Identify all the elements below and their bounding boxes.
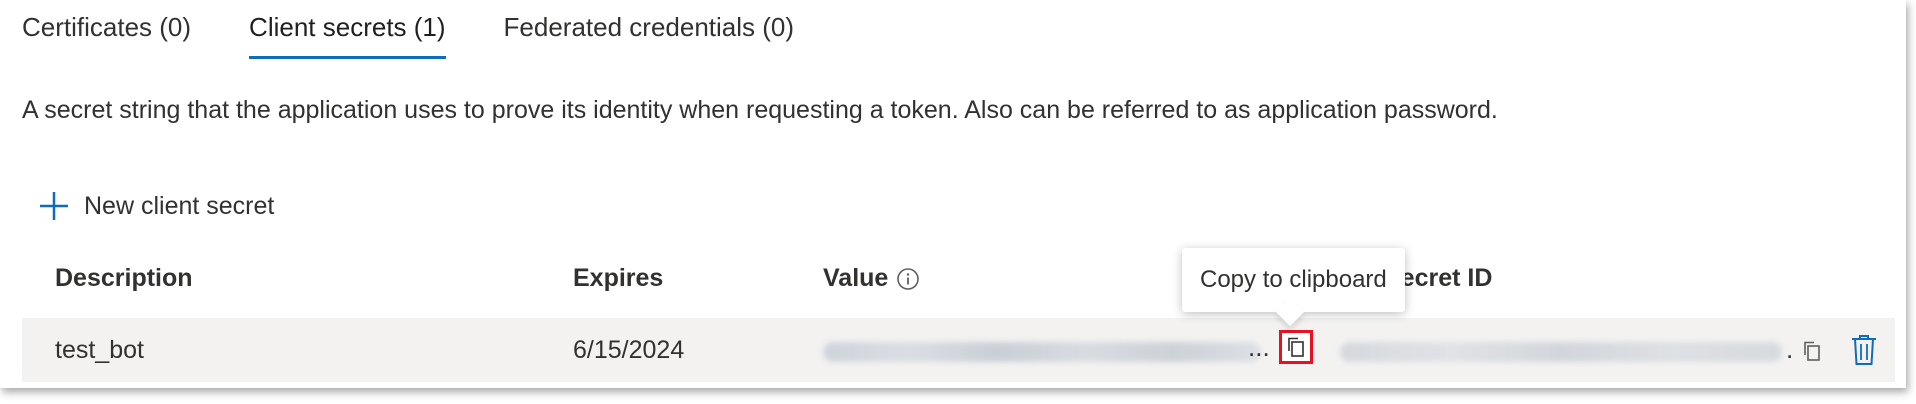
secret-description: test_bot (55, 336, 144, 364)
secret-expires: 6/15/2024 (573, 336, 685, 364)
column-header-value-label: Value (823, 264, 889, 292)
secret-value-redacted (823, 338, 1263, 364)
credentials-tabs: Certificates (0) Client secrets (1) Fede… (22, 12, 852, 59)
secret-id-redacted: . (1340, 334, 1800, 364)
plus-icon (40, 192, 68, 220)
copy-tooltip: Copy to clipboard (1182, 248, 1405, 312)
trash-icon (1852, 335, 1876, 365)
client-secrets-panel: Certificates (0) Client secrets (1) Fede… (0, 0, 1906, 388)
column-header-description: Description (55, 264, 193, 292)
section-description: A secret string that the application use… (22, 96, 1498, 124)
info-icon[interactable] (896, 267, 920, 291)
tab-federated-credentials[interactable]: Federated credentials (0) (504, 12, 794, 59)
delete-secret-button[interactable] (1848, 332, 1880, 368)
column-header-expires: Expires (573, 264, 664, 292)
tab-certificates[interactable]: Certificates (0) (22, 12, 191, 59)
redacted-secret-id-blur (1340, 342, 1782, 362)
copy-icon (1804, 341, 1820, 361)
redacted-value-blur (823, 342, 1261, 362)
column-header-value: Value (823, 264, 920, 293)
table-row: test_bot 6/15/2024 ... . (22, 318, 1895, 382)
tab-client-secrets[interactable]: Client secrets (1) (249, 12, 446, 59)
copy-value-button[interactable] (1279, 330, 1313, 364)
copy-icon (1288, 337, 1304, 357)
new-client-secret-label: New client secret (84, 191, 275, 220)
secret-value-ellipsis: ... (1248, 332, 1270, 362)
secret-id-ellipsis: . (1786, 334, 1794, 364)
copy-secret-id-button[interactable] (1797, 336, 1827, 366)
new-client-secret-button[interactable]: New client secret (38, 190, 274, 222)
